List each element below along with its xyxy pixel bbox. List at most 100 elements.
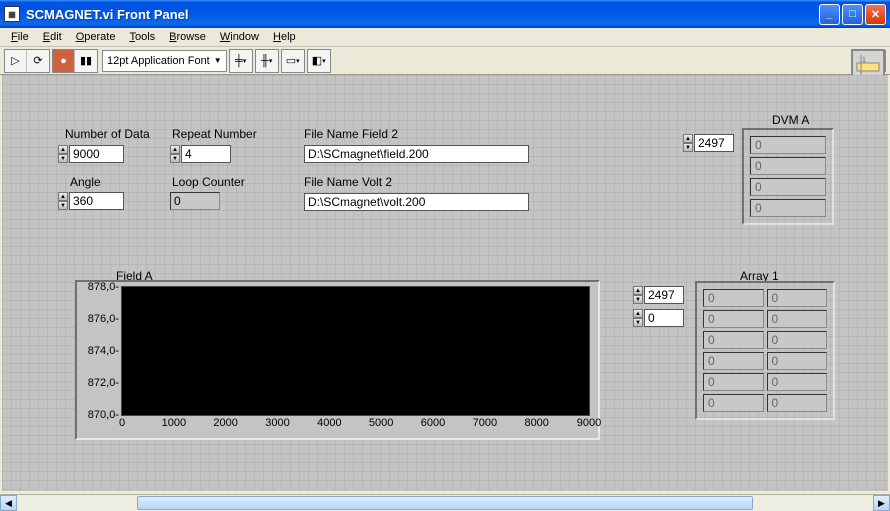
file-name-volt-input[interactable] [304,193,529,211]
array1-cell: 0 [767,331,828,349]
resize-button[interactable]: ▭▾ [282,50,304,72]
loop-counter-label: Loop Counter [172,175,245,189]
decrement-button[interactable]: ▼ [58,154,68,163]
font-select-label: 12pt Application Font [107,55,210,67]
x-tick: 4000 [317,417,341,429]
reorder-button[interactable]: ◧▾ [308,50,330,72]
array1-cell: 0 [767,310,828,328]
number-of-data-input[interactable] [69,145,124,163]
decrement-button[interactable]: ▼ [633,318,643,327]
x-tick: 3000 [265,417,289,429]
x-tick: 5000 [369,417,393,429]
array1-grid: 0 0 0 0 0 0 0 0 0 0 0 0 [695,281,835,420]
array1-cell: 0 [703,310,764,328]
window-title: SCMAGNET.vi Front Panel [26,7,817,22]
array1-cell: 0 [703,331,764,349]
x-tick: 6000 [421,417,445,429]
decrement-button[interactable]: ▼ [633,295,643,304]
menu-window[interactable]: Window [213,30,266,44]
array1-index2-input[interactable] [644,309,684,327]
y-tick: 870,0- [88,409,119,421]
scroll-thumb[interactable] [137,496,753,510]
increment-button[interactable]: ▲ [170,145,180,154]
scroll-left-button[interactable]: ◀ [0,495,17,511]
y-tick: 872,0- [88,377,119,389]
file-name-field-input[interactable] [304,145,529,163]
run-continuous-button[interactable]: ⟳ [27,50,49,72]
scroll-track[interactable] [17,495,873,511]
title-bar: ▦ SCMAGNET.vi Front Panel _ □ ✕ [0,0,890,28]
increment-button[interactable]: ▲ [633,309,643,318]
chevron-down-icon: ▼ [214,56,222,65]
abort-button[interactable]: ● [53,50,75,72]
menu-browse[interactable]: Browse [162,30,213,44]
dvm-a-cell: 0 [750,157,826,175]
dvm-a-label: DVM A [772,113,809,127]
array1-index1-control[interactable]: ▲ ▼ [633,286,684,304]
x-tick: 9000 [577,417,601,429]
dvm-index-input[interactable] [694,134,734,152]
x-tick: 0 [119,417,125,429]
file-name-field-label: File Name Field 2 [304,127,398,141]
repeat-number-control[interactable]: ▲ ▼ [170,145,231,163]
decrement-button[interactable]: ▼ [683,143,693,152]
repeat-number-label: Repeat Number [172,127,257,141]
number-of-data-control[interactable]: ▲ ▼ [58,145,124,163]
horizontal-scrollbar[interactable]: ◀ ▶ [0,494,890,511]
decrement-button[interactable]: ▼ [58,201,68,210]
menu-edit[interactable]: Edit [36,30,69,44]
array1-cell: 0 [767,352,828,370]
app-icon: ▦ [4,6,20,22]
minimize-button[interactable]: _ [819,4,840,25]
field-a-chart[interactable]: 878,0- 876,0- 874,0- 872,0- 870,0- 0 100… [75,280,600,440]
svg-text:1: 1 [862,57,866,64]
angle-input[interactable] [69,192,124,210]
array1-index2-control[interactable]: ▲ ▼ [633,309,684,327]
array1-cell: 0 [703,352,764,370]
number-of-data-label: Number of Data [65,127,150,141]
loop-counter-value: 0 [170,192,220,210]
increment-button[interactable]: ▲ [58,192,68,201]
front-panel[interactable]: Number of Data ▲ ▼ Repeat Number ▲ ▼ Ang… [2,75,888,491]
x-tick: 7000 [473,417,497,429]
menu-file[interactable]: File [4,30,36,44]
align-button[interactable]: ╪▾ [230,50,252,72]
x-tick: 2000 [213,417,237,429]
x-tick: 1000 [162,417,186,429]
distribute-button[interactable]: ╫▾ [256,50,278,72]
menu-help[interactable]: Help [266,30,303,44]
menu-operate[interactable]: Operate [69,30,123,44]
x-tick: 8000 [524,417,548,429]
array1-cell: 0 [703,373,764,391]
angle-control[interactable]: ▲ ▼ [58,192,124,210]
dvm-index-control[interactable]: ▲ ▼ [683,134,734,152]
array1-index1-input[interactable] [644,286,684,304]
scroll-right-button[interactable]: ▶ [873,495,890,511]
menu-tools[interactable]: Tools [122,30,162,44]
chart-plot-area: 878,0- 876,0- 874,0- 872,0- 870,0- 0 100… [121,286,590,416]
increment-button[interactable]: ▲ [58,145,68,154]
menu-bar: File Edit Operate Tools Browse Window He… [0,28,890,47]
increment-button[interactable]: ▲ [633,286,643,295]
array1-cell: 0 [767,394,828,412]
array1-cell: 0 [767,289,828,307]
angle-label: Angle [70,175,101,189]
pause-button[interactable]: ▮▮ [75,50,97,72]
loop-counter-indicator: 0 [170,192,220,210]
close-button[interactable]: ✕ [865,4,886,25]
y-tick: 876,0- [88,313,119,325]
repeat-number-input[interactable] [181,145,231,163]
font-select[interactable]: 12pt Application Font ▼ [102,50,227,72]
file-name-volt-label: File Name Volt 2 [304,175,392,189]
array1-cell: 0 [767,373,828,391]
array1-cell: 0 [703,289,764,307]
decrement-button[interactable]: ▼ [170,154,180,163]
y-tick: 874,0- [88,345,119,357]
dvm-a-cell: 0 [750,178,826,196]
array1-cell: 0 [703,394,764,412]
maximize-button[interactable]: □ [842,4,863,25]
run-button[interactable]: ▷ [5,50,27,72]
toolbar: ▷ ⟳ ● ▮▮ 12pt Application Font ▼ ╪▾ ╫▾ ▭… [0,47,890,75]
dvm-a-cell: 0 [750,199,826,217]
increment-button[interactable]: ▲ [683,134,693,143]
